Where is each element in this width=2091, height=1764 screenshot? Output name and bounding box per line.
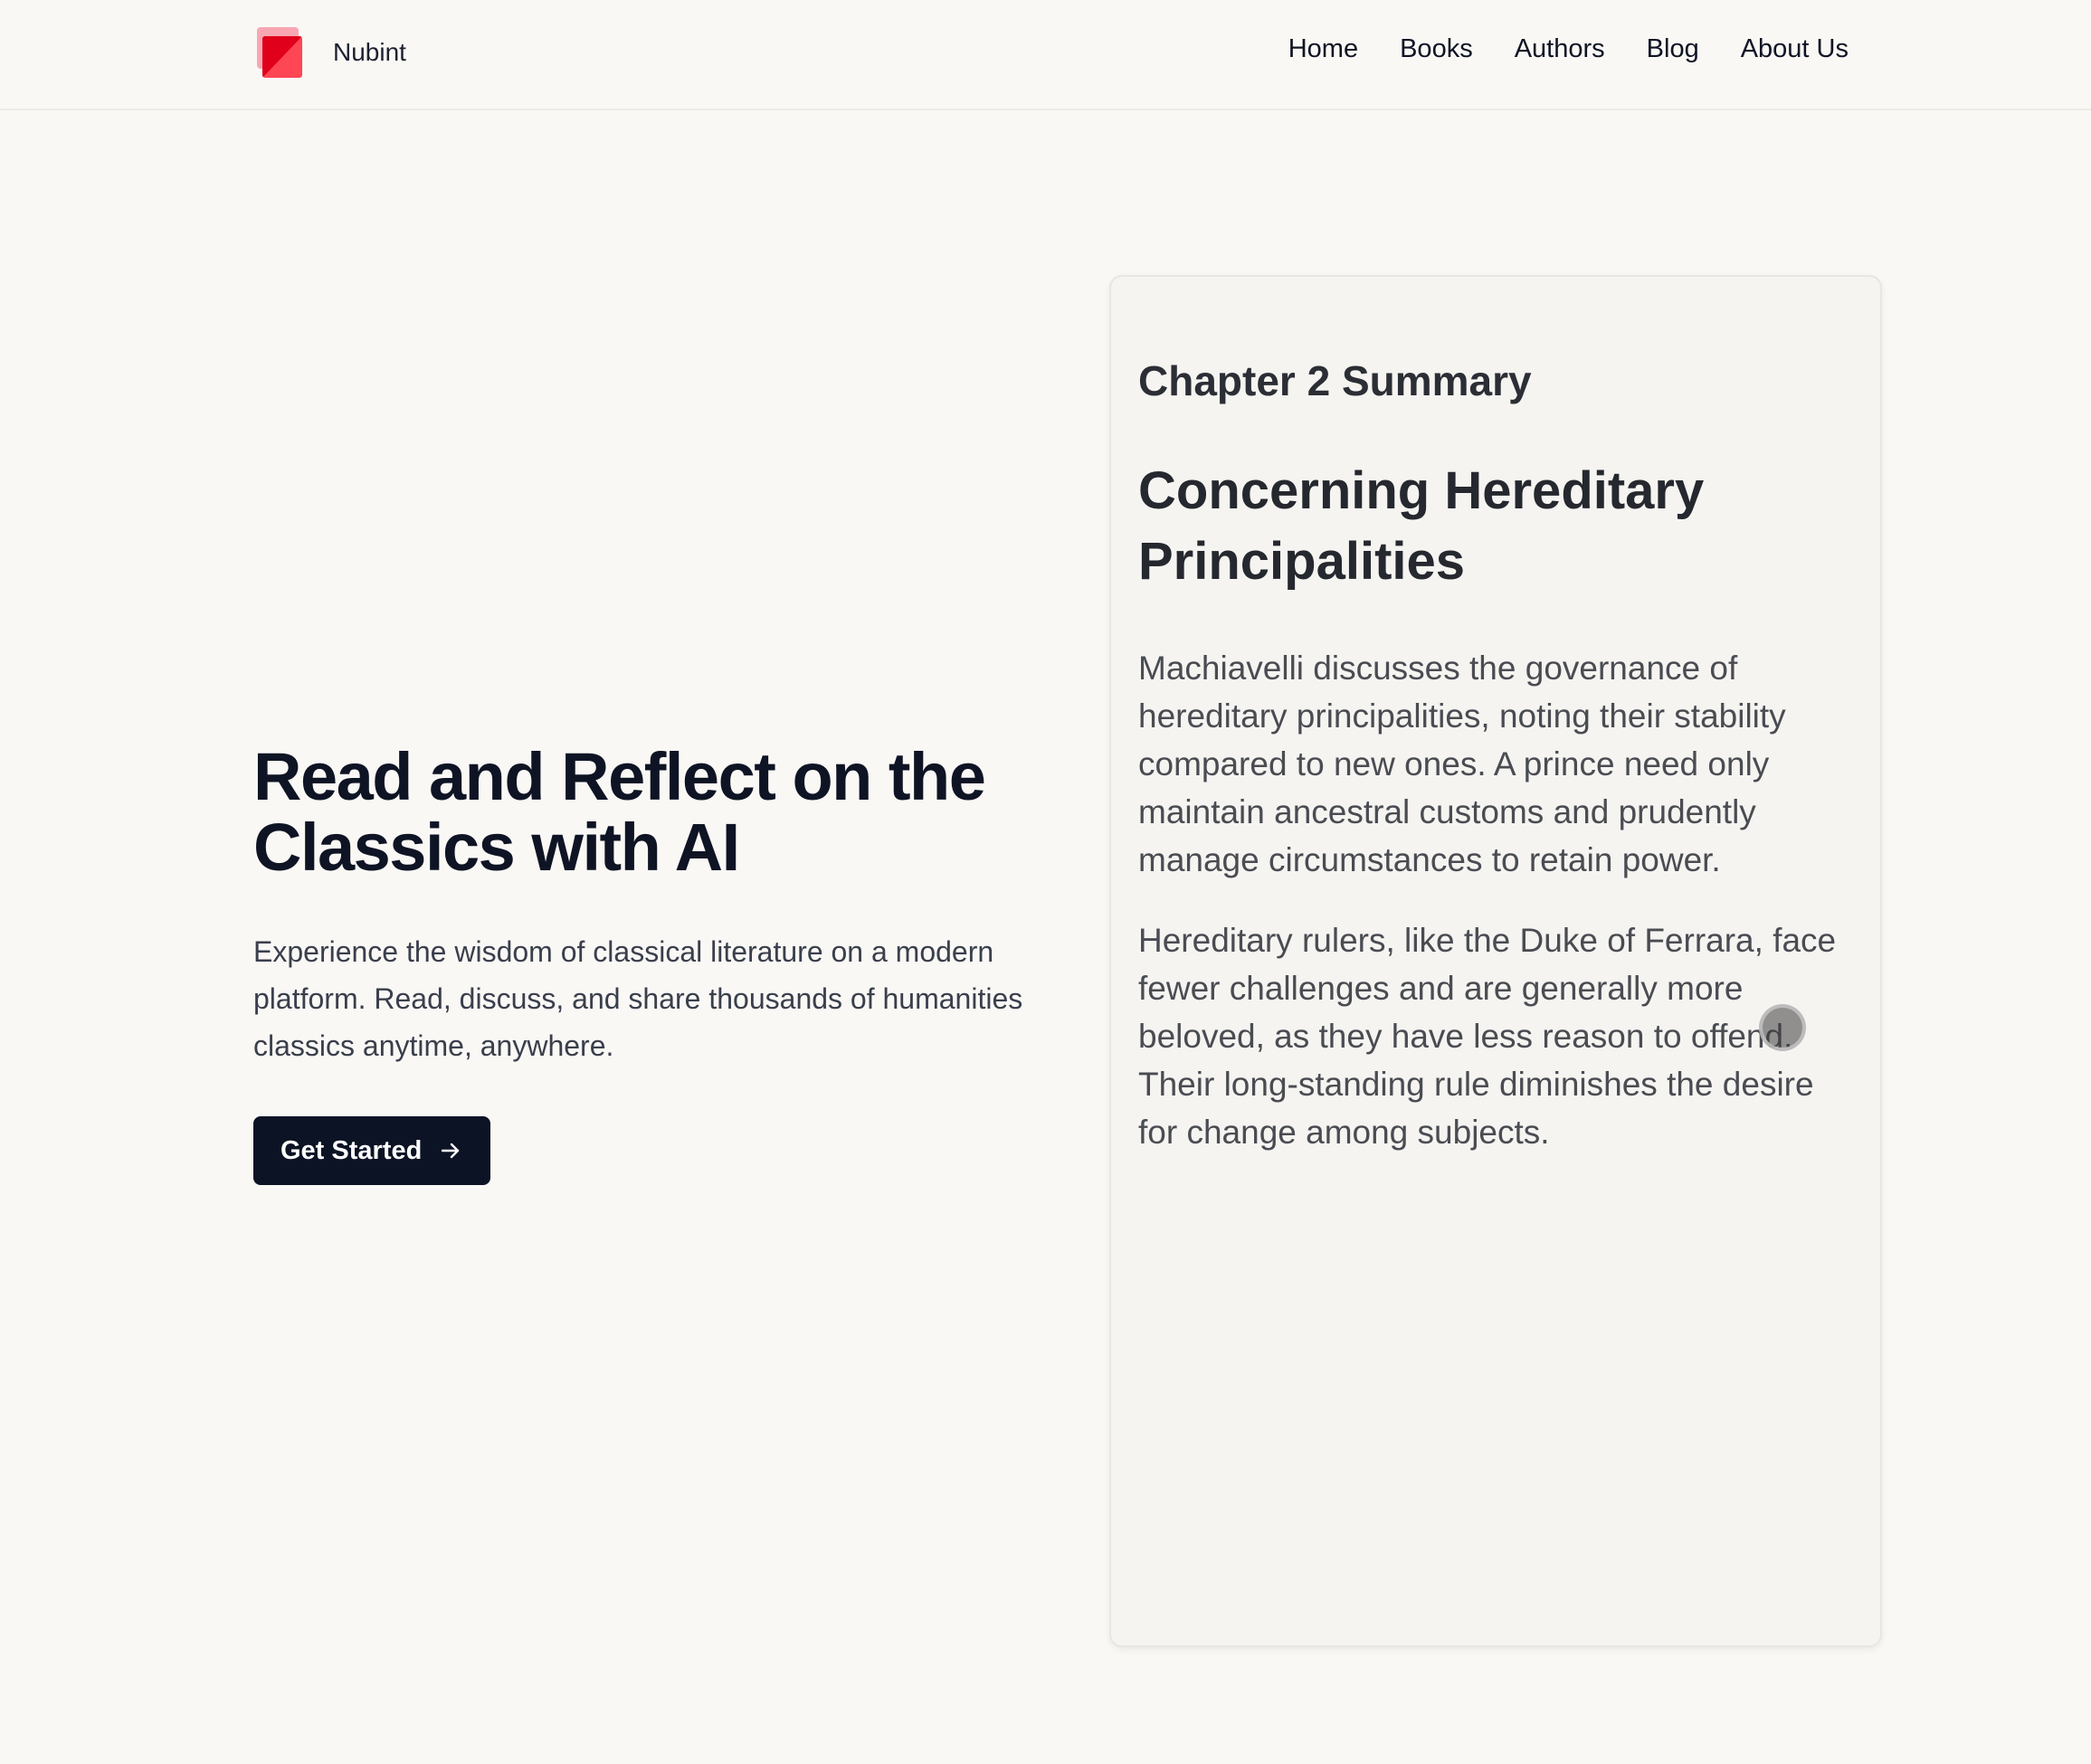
arrow-right-icon (442, 1143, 460, 1159)
brand-name: Nubint (333, 38, 406, 66)
hero-title-line-2: Classics with AI (253, 810, 740, 885)
logo-icon (253, 25, 302, 80)
nav-about-us[interactable]: About Us (1741, 34, 1849, 64)
summary-paragraph: Hereditary rulers, like the Duke of Ferr… (1138, 922, 1837, 1151)
chapter-title: Concerning Hereditary Principalities (1138, 461, 1705, 591)
pointer-cursor-indicator (1759, 1004, 1806, 1051)
nav-authors[interactable]: Authors (1515, 34, 1605, 64)
hero-title-line-1: Read and Reflect on the (253, 739, 986, 814)
hero-section: Read and Reflect on the Classics with AI… (253, 742, 1050, 1185)
top-navigation-bar: Nubint Home Books Authors Blog About Us (0, 0, 2091, 110)
chapter-summary-card: Chapter 2 Summary Concerning Hereditary … (1109, 275, 1882, 1647)
nav-blog[interactable]: Blog (1647, 34, 1699, 64)
chapter-label: Chapter 2 Summary (1138, 357, 1532, 404)
hero-description: Experience the wisdom of classical liter… (253, 935, 1023, 1062)
get-started-button[interactable]: Get Started (253, 1116, 491, 1185)
nav-books[interactable]: Books (1400, 34, 1473, 64)
summary-paragraph: Machiavelli discusses the governance of … (1138, 650, 1786, 878)
hero-title: Read and Reflect on the Classics with AI (253, 742, 1050, 883)
nav-home[interactable]: Home (1288, 34, 1358, 64)
main-nav: Home Books Authors Blog About Us (1288, 34, 1849, 64)
brand[interactable]: Nubint (253, 25, 406, 80)
get-started-label: Get Started (280, 1135, 423, 1165)
